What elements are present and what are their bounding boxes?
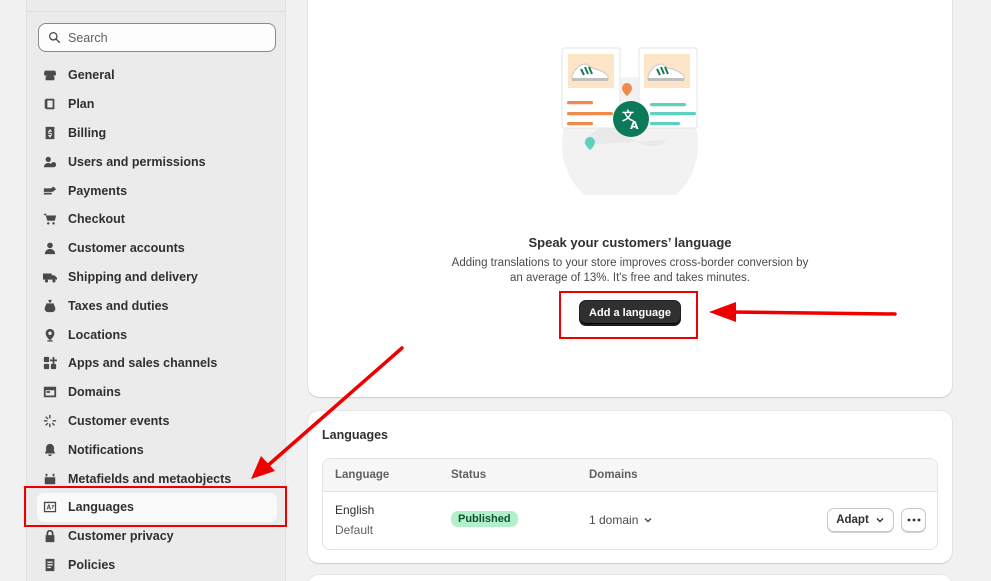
sidebar-item-label: Notifications bbox=[68, 442, 144, 457]
column-header-status: Status bbox=[451, 469, 487, 481]
column-header-domains: Domains bbox=[589, 469, 638, 481]
table-row[interactable]: English Default Published 1 domain Adapt bbox=[323, 492, 937, 549]
sidebar-item-general[interactable]: General bbox=[37, 61, 277, 90]
search-placeholder: Search bbox=[68, 30, 108, 45]
sidebar-item-label: Policies bbox=[68, 557, 116, 572]
chevron-down-icon bbox=[644, 518, 652, 523]
sidebar-item-label: Taxes and duties bbox=[68, 298, 169, 313]
sidebar-item-label: Users and permissions bbox=[68, 154, 206, 169]
language-name: English bbox=[335, 503, 375, 517]
languages-heading: Languages bbox=[322, 428, 388, 442]
hero-title: Speak your customers’ language bbox=[528, 235, 732, 250]
adapt-label: Adapt bbox=[836, 514, 869, 526]
sidebar-item-billing[interactable]: Billing bbox=[37, 119, 277, 148]
highlight-languages-item bbox=[24, 486, 287, 527]
sidebar-item-users[interactable]: Users and permissions bbox=[37, 147, 277, 176]
search-input[interactable]: Search bbox=[38, 23, 276, 52]
sidebar-item-domains[interactable]: Domains bbox=[37, 378, 277, 407]
sidebar-item-customer-events[interactable]: Customer events bbox=[37, 407, 277, 436]
policies-icon bbox=[42, 557, 58, 573]
sidebar-item-label: Apps and sales channels bbox=[68, 356, 218, 371]
metafields-icon bbox=[42, 471, 58, 487]
hero-description: Adding translations to your store improv… bbox=[451, 257, 809, 284]
sidebar-item-label: Plan bbox=[68, 97, 95, 112]
sidebar-item-apps[interactable]: Apps and sales channels bbox=[37, 349, 277, 378]
next-card-edge bbox=[308, 575, 952, 581]
bell-icon bbox=[42, 442, 58, 458]
translation-illustration: 文 A bbox=[561, 47, 698, 195]
sidebar-item-checkout[interactable]: Checkout bbox=[37, 205, 277, 234]
sidebar-item-customer-accounts[interactable]: Customer accounts bbox=[37, 234, 277, 263]
sidebar-item-label: Customer events bbox=[68, 413, 170, 428]
sidebar-item-label: Customer privacy bbox=[68, 529, 174, 544]
more-actions-button[interactable] bbox=[901, 508, 926, 532]
taxes-icon bbox=[42, 298, 58, 314]
cart-icon bbox=[42, 211, 58, 227]
adapt-button[interactable]: Adapt bbox=[827, 508, 894, 532]
lock-icon bbox=[42, 528, 58, 544]
apps-icon bbox=[42, 355, 58, 371]
domains-dropdown[interactable]: 1 domain bbox=[589, 513, 653, 527]
domains-count: 1 domain bbox=[589, 513, 639, 527]
sidebar-item-locations[interactable]: Locations bbox=[37, 320, 277, 349]
domains-icon bbox=[42, 384, 58, 400]
sidebar-item-label: Shipping and delivery bbox=[68, 269, 198, 284]
truck-icon bbox=[42, 269, 58, 285]
sidebar-item-notifications[interactable]: Notifications bbox=[37, 435, 277, 464]
store-icon bbox=[42, 67, 58, 83]
users-icon bbox=[42, 154, 58, 170]
languages-card: Languages Language Status Domains Englis… bbox=[308, 411, 952, 563]
sidebar-item-label: Payments bbox=[68, 183, 128, 198]
languages-table: Language Status Domains English Default … bbox=[322, 458, 938, 550]
sidebar-item-label: Locations bbox=[68, 327, 128, 342]
sidebar-item-label: Metafields and metaobjects bbox=[68, 471, 232, 486]
language-default-label: Default bbox=[335, 523, 374, 537]
svg-text:A: A bbox=[630, 119, 639, 132]
sidebar-item-label: Checkout bbox=[68, 212, 125, 227]
sparkle-icon bbox=[42, 413, 58, 429]
column-header-language: Language bbox=[335, 469, 390, 481]
person-icon bbox=[42, 240, 58, 256]
highlight-add-language bbox=[559, 291, 698, 339]
billing-icon bbox=[42, 125, 58, 141]
sidebar-item-label: Customer accounts bbox=[68, 241, 185, 256]
sidebar-item-payments[interactable]: Payments bbox=[37, 176, 277, 205]
sidebar-item-label: General bbox=[68, 68, 115, 83]
ellipsis-icon bbox=[907, 518, 920, 522]
table-header: Language Status Domains bbox=[323, 459, 937, 492]
sidebar-item-policies[interactable]: Policies bbox=[37, 551, 277, 580]
sidebar-top-bar bbox=[27, 0, 285, 12]
plan-icon bbox=[42, 96, 58, 112]
sidebar-item-shipping[interactable]: Shipping and delivery bbox=[37, 263, 277, 292]
chevron-down-icon bbox=[876, 518, 884, 523]
sidebar-item-label: Domains bbox=[68, 385, 121, 400]
sidebar-item-label: Billing bbox=[68, 125, 107, 140]
location-icon bbox=[42, 327, 58, 343]
search-icon bbox=[48, 31, 61, 44]
sidebar-item-taxes[interactable]: Taxes and duties bbox=[37, 291, 277, 320]
sidebar-item-plan[interactable]: Plan bbox=[37, 90, 277, 119]
status-badge: Published bbox=[451, 511, 518, 527]
payments-icon bbox=[42, 183, 58, 199]
